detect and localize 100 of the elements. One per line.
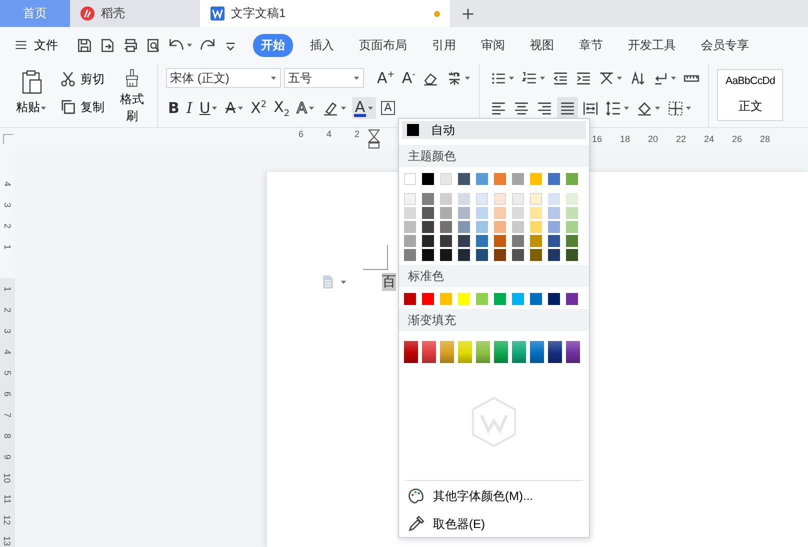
color-swatch[interactable] [440,221,452,233]
indent-marker-icon[interactable] [368,129,380,149]
underline-button[interactable]: U [197,97,220,119]
color-swatch[interactable] [404,249,416,261]
color-swatch[interactable] [548,235,560,247]
color-swatch[interactable] [548,193,560,205]
color-swatch[interactable] [422,173,434,185]
color-swatch[interactable] [566,207,578,219]
color-swatch[interactable] [404,293,416,305]
ribbon-tab[interactable]: 引用 [424,34,464,56]
font-name-dropdown[interactable]: 宋体 (正文) [166,68,281,88]
color-swatch[interactable] [422,207,434,219]
color-swatch[interactable] [422,221,434,233]
color-swatch[interactable] [494,193,506,205]
strike-button[interactable]: A [223,97,246,119]
sup-button[interactable]: X$^{2}$ [248,97,269,119]
color-swatch[interactable] [422,193,434,205]
color-swatch[interactable] [458,173,470,185]
bold-button[interactable]: B [166,97,182,119]
color-swatch[interactable] [530,207,542,219]
gradient-swatch[interactable] [440,341,454,363]
style-preset[interactable]: AaBbCcDd 正文 [717,69,784,121]
color-swatch[interactable] [566,293,578,305]
document-tab[interactable]: 文字文稿1 [200,0,450,27]
color-swatch[interactable] [494,249,506,261]
color-swatch[interactable] [512,207,524,219]
color-swatch[interactable] [476,235,488,247]
justify-button[interactable] [557,97,578,119]
paste-button[interactable]: 粘贴 [12,67,50,127]
color-swatch[interactable] [530,221,542,233]
color-swatch[interactable] [566,221,578,233]
color-swatch[interactable] [476,193,488,205]
color-swatch[interactable] [494,207,506,219]
gradient-swatch[interactable] [422,341,436,363]
color-swatch[interactable] [548,249,560,261]
color-swatch[interactable] [458,293,470,305]
color-swatch[interactable] [422,249,434,261]
gradient-swatch[interactable] [512,341,526,363]
copy-button[interactable]: 复制 [56,97,106,117]
ribbon-tab[interactable]: 插入 [302,34,342,56]
color-swatch[interactable] [404,235,416,247]
gradient-swatch[interactable] [530,341,544,363]
color-swatch[interactable] [458,193,470,205]
color-swatch[interactable] [476,207,488,219]
color-swatch[interactable] [422,235,434,247]
file-menu-button[interactable]: 文件 [10,36,62,54]
ribbon-tab[interactable]: 开始 [253,34,293,56]
color-swatch[interactable] [548,221,560,233]
color-swatch[interactable] [440,293,452,305]
color-swatch[interactable] [566,249,578,261]
color-swatch[interactable] [548,207,560,219]
color-swatch[interactable] [548,173,560,185]
color-swatch[interactable] [512,193,524,205]
color-swatch[interactable] [476,249,488,261]
color-picker-item[interactable]: 取色器(E) [399,511,589,537]
color-swatch[interactable] [476,293,488,305]
color-swatch[interactable] [512,293,524,305]
color-swatch[interactable] [530,235,542,247]
color-swatch[interactable] [512,221,524,233]
color-swatch[interactable] [566,173,578,185]
color-button[interactable]: A [352,97,376,119]
ribbon-tab[interactable]: 开发工具 [620,34,684,56]
effect-button[interactable]: A [294,97,317,119]
color-swatch[interactable] [404,221,416,233]
ribbon-tab[interactable]: 审阅 [473,34,513,56]
color-swatch[interactable] [458,207,470,219]
ribbon-tab[interactable]: 章节 [571,34,611,56]
color-swatch[interactable] [494,173,506,185]
italic-button[interactable]: I [184,97,194,119]
color-swatch[interactable] [404,207,416,219]
color-swatch[interactable] [530,173,542,185]
format-painter-button[interactable]: 格式刷 [112,67,151,127]
color-swatch[interactable] [440,249,452,261]
ribbon-tab[interactable]: 视图 [522,34,562,56]
color-swatch[interactable] [440,207,452,219]
color-swatch[interactable] [458,221,470,233]
color-swatch[interactable] [476,221,488,233]
color-swatch[interactable] [440,193,452,205]
color-swatch[interactable] [422,293,434,305]
shrink-button[interactable]: A$^{-}$ [400,67,418,89]
color-swatch[interactable] [566,193,578,205]
color-swatch[interactable] [566,235,578,247]
color-swatch[interactable] [512,249,524,261]
gradient-swatch[interactable] [458,341,472,363]
color-swatch[interactable] [476,173,488,185]
color-swatch[interactable] [494,293,506,305]
more-colors-item[interactable]: 其他字体颜色(M)... [399,483,589,509]
border-button[interactable]: A [379,97,397,119]
cut-button[interactable]: 剪切 [56,69,106,89]
color-swatch[interactable] [404,173,416,185]
gradient-swatch[interactable] [404,341,418,363]
gradient-swatch[interactable] [548,341,562,363]
gradient-swatch[interactable] [494,341,508,363]
automatic-color-item[interactable]: 自动 [402,121,586,139]
grow-button[interactable]: A$^{+}$ [375,67,397,89]
color-swatch[interactable] [530,193,542,205]
color-swatch[interactable] [512,173,524,185]
color-swatch[interactable] [512,235,524,247]
color-swatch[interactable] [440,235,452,247]
font-size-dropdown[interactable]: 五号 [284,68,364,88]
